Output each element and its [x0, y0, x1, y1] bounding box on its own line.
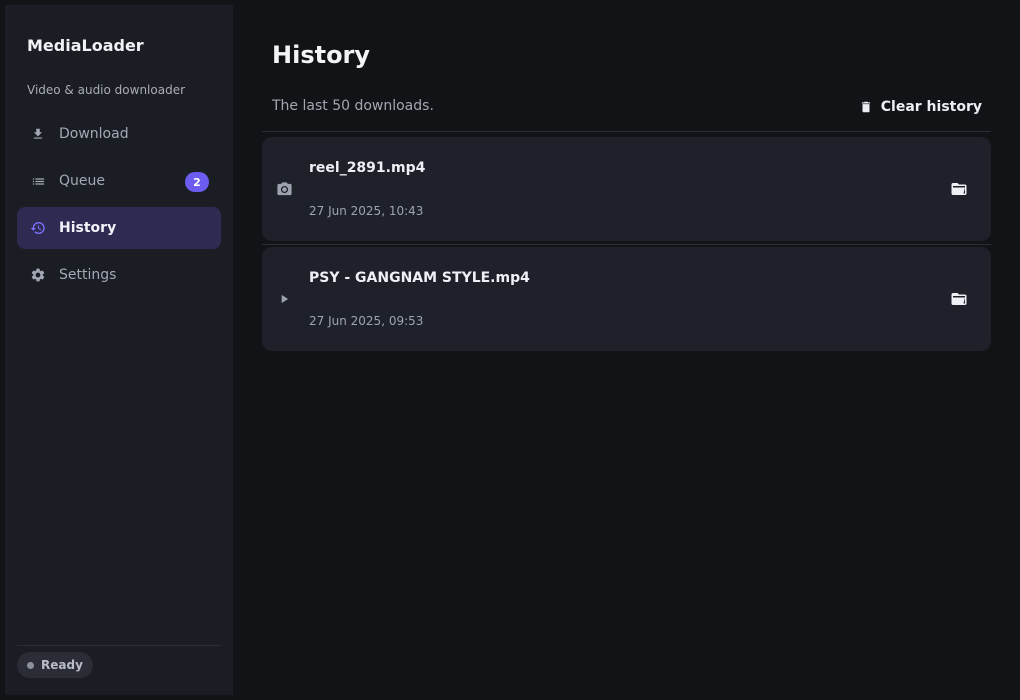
history-icon	[29, 219, 47, 237]
sidebar-item-queue[interactable]: Queue 2	[17, 160, 221, 202]
clear-history-button[interactable]: Clear history	[859, 96, 982, 118]
status-dot-icon	[27, 661, 34, 669]
sidebar-item-settings[interactable]: Settings	[17, 254, 221, 296]
app-brand: MediaLoader	[27, 36, 144, 55]
page-title: History	[272, 41, 371, 69]
page-subtitle: The last 50 downloads.	[272, 98, 434, 114]
open-folder-button[interactable]	[949, 179, 969, 199]
trash-icon	[861, 101, 870, 113]
list-icon	[29, 172, 47, 190]
gear-icon	[29, 266, 47, 284]
sidebar-item-download[interactable]: Download	[17, 113, 221, 155]
sidebar-item-history[interactable]: History	[17, 207, 221, 249]
camera-icon	[275, 180, 293, 198]
history-entry: reel_2891.mp4 27 Jun 2025, 10:43	[262, 137, 991, 241]
entry-date: 27 Jun 2025, 10:43	[309, 204, 424, 218]
sidebar-item-label: Settings	[59, 267, 117, 283]
app-window: MediaLoader Video & audio downloader Dow…	[0, 0, 1020, 700]
entry-date: 27 Jun 2025, 09:53	[309, 314, 424, 328]
list-divider	[262, 244, 991, 245]
app-tagline: Video & audio downloader	[27, 83, 186, 97]
queue-count-badge: 2	[185, 172, 209, 192]
entry-filename: reel_2891.mp4	[309, 160, 426, 176]
play-icon	[275, 290, 293, 308]
status-label: Ready	[41, 658, 83, 672]
sidebar-item-label: Download	[59, 126, 129, 142]
list-divider	[262, 131, 991, 132]
open-folder-button[interactable]	[949, 289, 969, 309]
sidebar-item-label: Queue	[59, 173, 105, 189]
sidebar: MediaLoader Video & audio downloader Dow…	[5, 5, 233, 695]
entry-filename: PSY - GANGNAM STYLE.mp4	[309, 270, 530, 286]
status-indicator: Ready	[17, 652, 93, 678]
history-entry: PSY - GANGNAM STYLE.mp4 27 Jun 2025, 09:…	[262, 247, 991, 351]
folder-open-icon	[951, 183, 967, 195]
clear-history-label: Clear history	[880, 99, 982, 115]
download-icon	[29, 125, 47, 143]
sidebar-item-label: History	[59, 220, 117, 236]
folder-open-icon	[951, 293, 967, 305]
sidebar-divider	[17, 645, 221, 646]
